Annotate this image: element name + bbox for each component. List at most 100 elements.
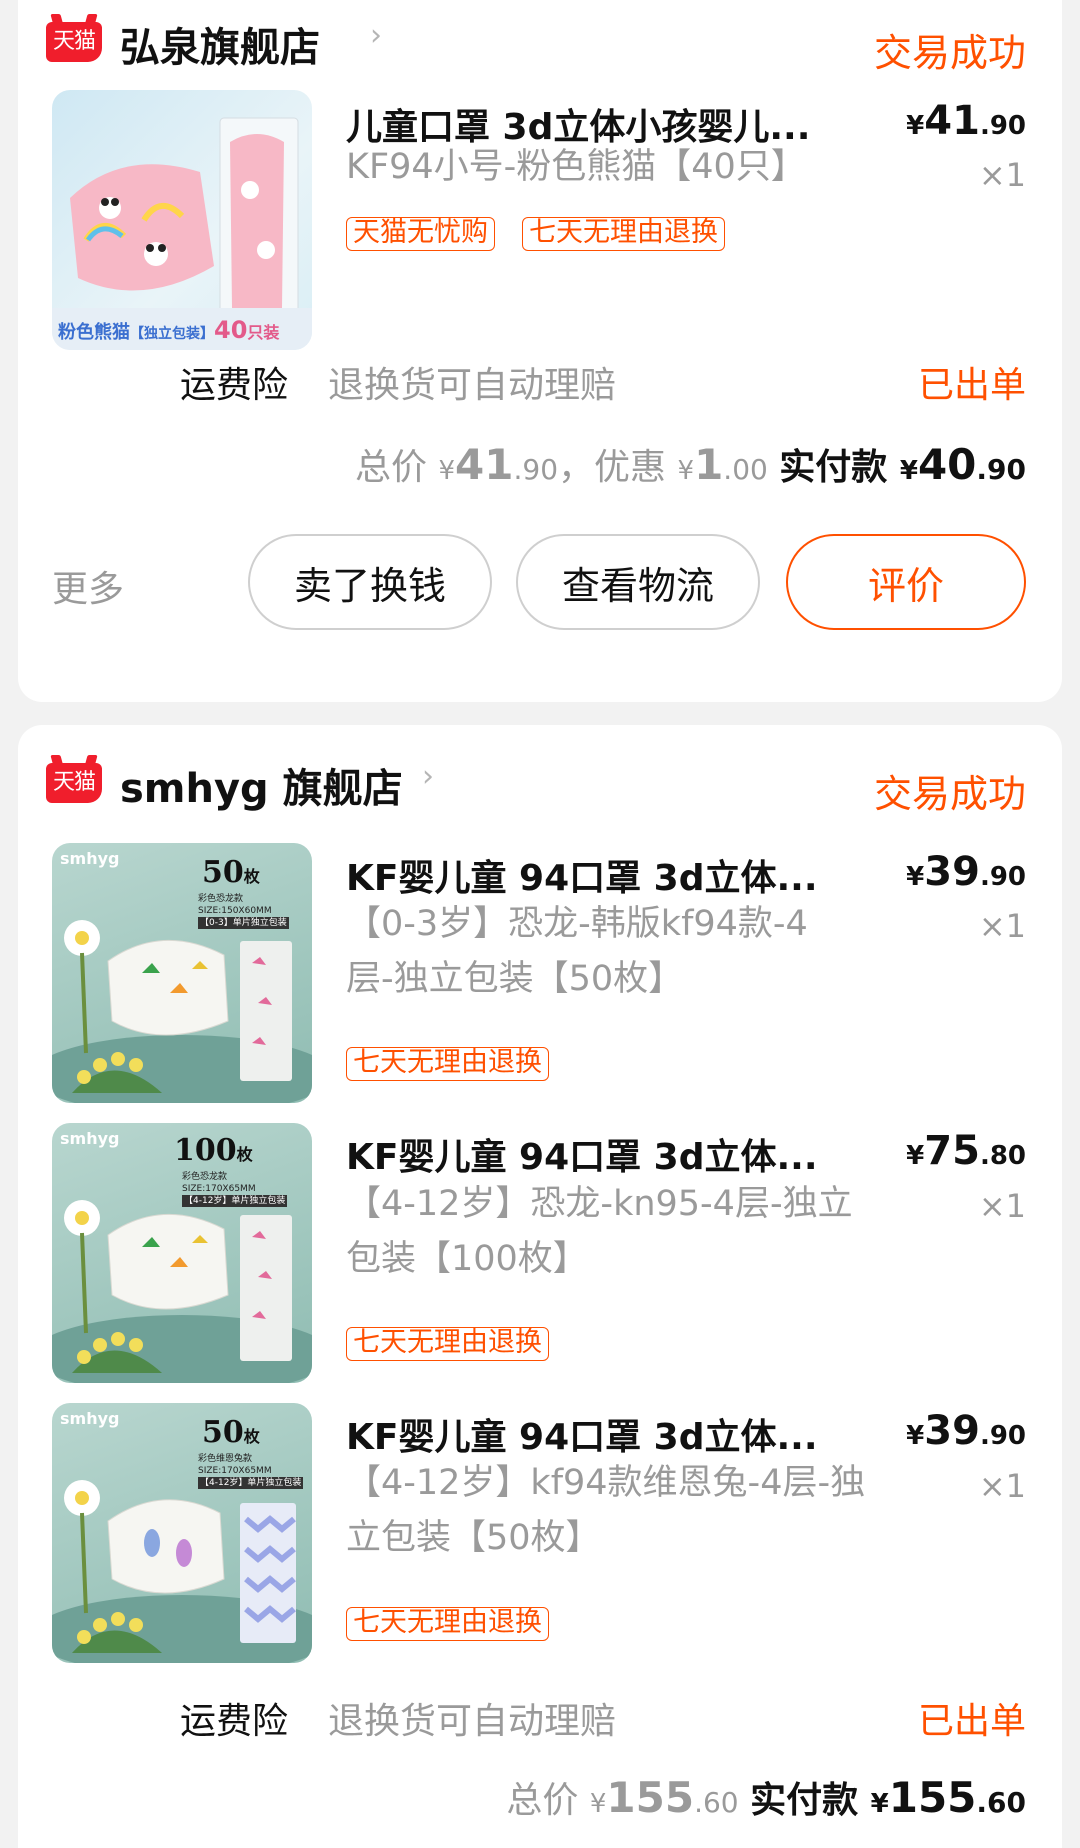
thumb-line: 【4-12岁】单片独立包装 [198,1477,304,1489]
chevron-right-icon[interactable]: › [370,18,382,53]
shipping-insurance-label: 运费险 [180,365,289,406]
dinosaur-mask-image [52,920,312,1103]
shipping-insurance-status: 已出单 [917,365,1026,406]
currency-symbol: ¥ [870,1789,889,1819]
thumb-line: 彩色恐龙款 [198,894,244,904]
product-variant: 【0-3岁】恐龙-韩版kf94款-4层-独立包装【50枚】 [346,904,808,999]
thumb-unit: 只装 [247,323,280,342]
tag-seven-day-return: 七天无理由退换 [346,1607,549,1641]
thumb-line: SIZE:150X60MM [198,906,272,916]
discount-integer: 1 [694,440,724,489]
price-integer: 41 [924,98,980,144]
paid-label: 实付款 [750,1780,859,1821]
product-price: ¥39.90 [906,1408,1026,1454]
thumb-count: 100 [174,1133,237,1168]
product-title[interactable]: KF婴儿童 94口罩 3d立体... [346,849,818,901]
rabbit-mask-image [52,1480,312,1663]
thumb-line: 【4-12岁】单片独立包装 [182,1195,288,1207]
product-thumbnail[interactable]: smhyg 100枚 彩色恐龙款 SIZE:170X65MM 【4-12岁】单片… [52,1123,312,1383]
price-decimal: .80 [979,1141,1026,1171]
thumb-line: 彩色维恩兔款 [198,1454,253,1464]
price-decimal: .90 [979,111,1026,141]
thumb-line: SIZE:170X65MM [182,1184,256,1194]
total-integer: 155 [606,1773,695,1822]
order-status: 交易成功 [873,31,1026,75]
product-price: ¥75.80 [906,1128,1026,1174]
product-variant: KF94小号-粉色熊猫【40只】 [346,147,806,187]
paid-decimal: .60 [976,1786,1026,1819]
product-quantity: ×1 [978,156,1026,194]
discount-decimal: .00 [723,453,768,486]
thumb-brand: smhyg [60,849,120,868]
product-thumbnail[interactable]: 粉色熊猫【独立包装】40只装 [52,90,312,350]
price-decimal: .90 [979,1421,1026,1451]
order-status: 交易成功 [873,772,1026,816]
total-integer: 41 [455,440,514,489]
price-integer: 75 [924,1128,980,1174]
product-thumbnail[interactable]: smhyg 50枚 彩色恐龙款 SIZE:150X60MM 【0-3】单片独立包… [52,843,312,1103]
paid-integer: 40 [917,440,977,489]
thumb-count: 50 [202,855,244,890]
product-variant: 【4-12岁】恐龙-kn95-4层-独立包装【100枚】 [346,1184,853,1279]
thumb-unit: 枚 [236,1145,253,1164]
shop-name[interactable]: 弘泉旗舰店 [120,15,320,73]
product-thumbnail[interactable]: smhyg 50枚 彩色维恩兔款 SIZE:170X65MM 【4-12岁】单片… [52,1403,312,1663]
tag-seven-day-return: 七天无理由退换 [346,1047,549,1081]
tag-seven-day-return: 七天无理由退换 [346,1327,549,1361]
currency-symbol: ¥ [589,1789,607,1819]
tag-tmall-worry-free: 天猫无忧购 [346,217,495,251]
sell-for-cash-button[interactable]: 卖了换钱 [248,534,492,630]
thumb-brand: smhyg [60,1129,120,1148]
thumb-unit: 枚 [243,867,260,886]
product-title[interactable]: KF婴儿童 94口罩 3d立体... [346,1128,818,1180]
product-price: ¥39.90 [906,849,1026,895]
shop-name[interactable]: smhyg 旗舰店 [120,756,403,814]
product-quantity: ×1 [978,1187,1026,1225]
tag-seven-day-return: 七天无理由退换 [522,217,725,251]
currency-symbol: ¥ [906,1141,925,1171]
price-integer: 39 [924,849,980,895]
total-decimal: .60 [694,1786,739,1819]
thumb-line: 彩色恐龙款 [182,1172,228,1182]
separator: ， [558,447,595,488]
thumb-brand: smhyg [60,1409,120,1428]
product-quantity: ×1 [978,1467,1026,1505]
thumb-count: 40 [214,316,248,344]
currency-symbol: ¥ [677,456,695,486]
product-title[interactable]: KF婴儿童 94口罩 3d立体... [346,1408,818,1460]
order-card[interactable]: 天猫 弘泉旗舰店 › 交易成功 粉色熊猫【独立包装】40只装 儿童口罩 3d立体… [18,0,1062,702]
currency-symbol: ¥ [438,456,456,486]
shipping-insurance-status: 已出单 [917,1701,1026,1742]
order-summary: 总价 ¥155.60 实付款 ¥155.60 [506,1771,1026,1823]
total-label: 总价 [355,447,428,488]
thumb-count: 50 [202,1415,244,1450]
order-card[interactable]: 天猫 smhyg 旗舰店 › 交易成功 smhyg 50枚 彩色恐龙款 SIZE… [18,725,1062,1848]
pink-mask-image [52,117,312,350]
paid-integer: 155 [888,1773,977,1822]
paid-decimal: .90 [976,453,1026,486]
currency-symbol: ¥ [906,862,925,892]
thumb-line: 【0-3】单片独立包装 [198,917,289,929]
tmall-badge: 天猫 [46,22,102,62]
price-decimal: .90 [979,862,1026,892]
view-logistics-button[interactable]: 查看物流 [516,534,760,630]
order-summary: 总价 ¥41.90，优惠 ¥1.00 实付款 ¥40.90 [355,438,1026,490]
product-quantity: ×1 [978,907,1026,945]
thumb-line: SIZE:170X65MM [198,1466,272,1476]
shipping-insurance-desc: 退换货可自动理赔 [328,1701,617,1742]
currency-symbol: ¥ [906,1421,925,1451]
product-price: ¥41.90 [906,98,1026,144]
currency-symbol: ¥ [906,111,925,141]
more-button[interactable]: 更多 [52,560,124,612]
currency-symbol: ¥ [899,456,918,486]
tmall-badge: 天猫 [46,763,102,803]
shipping-insurance-label: 运费险 [180,1701,289,1742]
discount-label: 优惠 [594,447,667,488]
shipping-insurance-desc: 退换货可自动理赔 [328,365,617,406]
chevron-right-icon[interactable]: › [422,759,434,794]
total-decimal: .90 [513,453,559,486]
price-integer: 39 [924,1408,980,1454]
product-variant: 【4-12岁】kf94款维恩兔-4层-独立包装【50枚】 [346,1463,866,1558]
total-label: 总价 [506,1780,579,1821]
review-button[interactable]: 评价 [786,534,1026,630]
